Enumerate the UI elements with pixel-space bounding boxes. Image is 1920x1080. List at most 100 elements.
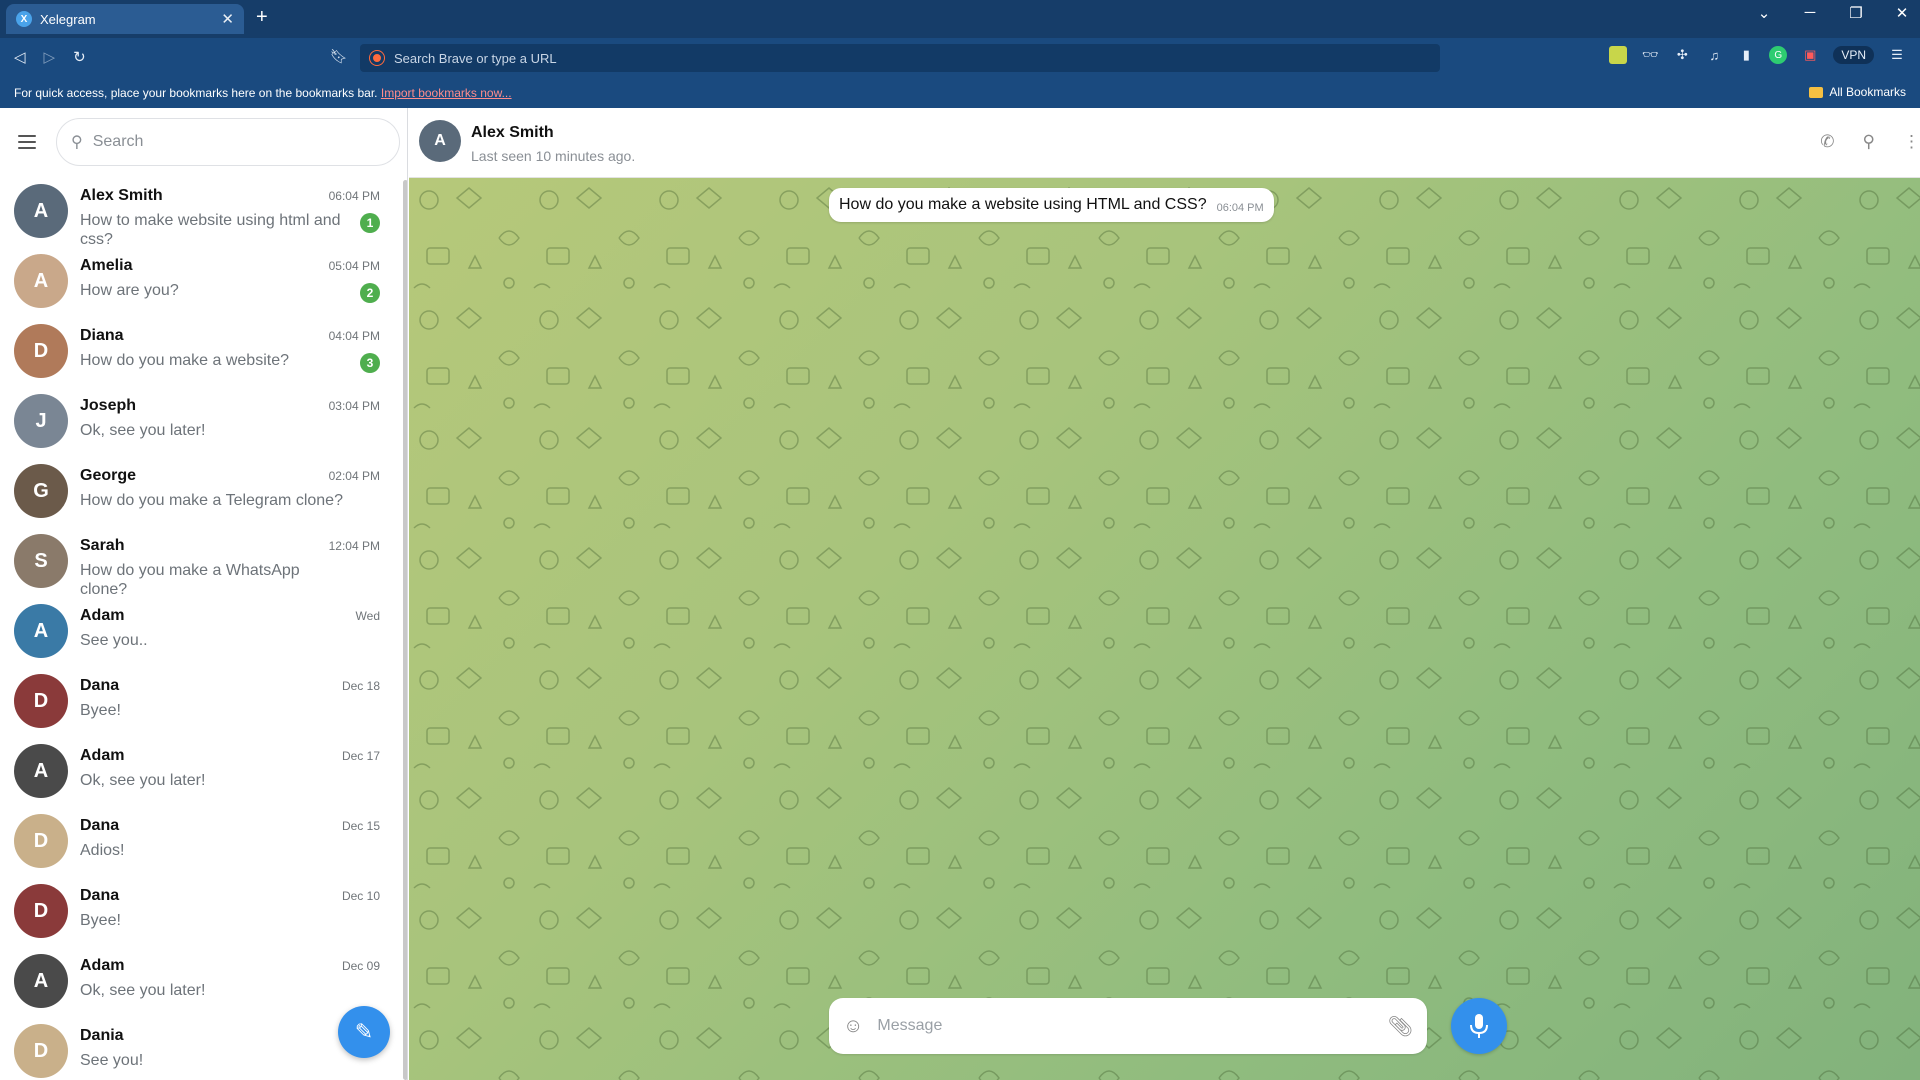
chat-time: Dec 10 (341, 889, 380, 903)
chat-name: Adam (80, 957, 125, 974)
new-tab-icon[interactable]: + (256, 6, 268, 29)
sidebar-icon[interactable]: ▮ (1737, 46, 1755, 64)
chat-info: Dana Adios! Dec 15 (80, 811, 400, 871)
search-chat-icon[interactable]: ⚲ (1863, 132, 1875, 152)
search-placeholder: Search (92, 133, 144, 150)
message-input[interactable] (877, 1017, 1388, 1035)
avatar-initial: S (34, 549, 48, 572)
close-tab-icon[interactable]: ✕ (221, 10, 234, 28)
brave-shield-icon[interactable] (370, 51, 384, 65)
chat-list-item[interactable]: D Diana How do you make a website? 04:04… (0, 316, 400, 386)
reload-icon[interactable]: ↻ (73, 48, 86, 66)
emoji-icon[interactable]: ☺ (843, 1015, 863, 1038)
attach-icon[interactable]: 📎︎ (1388, 1014, 1413, 1039)
search-input[interactable]: ⚲ Search (56, 118, 400, 166)
avatar-initial: A (33, 759, 49, 782)
browser-toolbar: ◁ ▷ ↻ 🔖︎ Search Brave or type a URL 👓︎ ✣… (0, 38, 1920, 78)
avatar: J (14, 394, 68, 448)
profile-extension-icon[interactable]: G (1769, 46, 1788, 64)
chat-list-item[interactable]: D Dana Byee! Dec 18 (0, 666, 400, 736)
telegram-app: ⚲ Search A Alex Smith How to make websit… (0, 108, 1920, 1080)
chat-list-item[interactable]: A Adam See you.. Wed (0, 596, 400, 666)
tab-search-chevron-icon[interactable]: ⌄ (1756, 4, 1772, 22)
chat-background: How do you make a website using HTML and… (409, 178, 1920, 1080)
avatar: S (14, 534, 68, 588)
chat-list-item[interactable]: J Joseph Ok, see you later! 03:04 PM (0, 386, 400, 456)
chat-list-item[interactable]: S Sarah How do you make a WhatsApp clone… (0, 526, 400, 598)
more-options-icon[interactable]: ⋮ (1903, 132, 1920, 152)
phone-icon[interactable]: ✆ (1820, 132, 1834, 152)
chat-info: Sarah How do you make a WhatsApp clone? … (80, 531, 400, 598)
chat-preview: See you! (80, 1052, 144, 1069)
address-bar[interactable]: Search Brave or type a URL (360, 44, 1440, 72)
avatar: D (14, 814, 68, 868)
all-bookmarks-label: All Bookmarks (1829, 85, 1906, 99)
avatar: A (14, 254, 68, 308)
avatar: A (14, 954, 68, 1008)
folder-icon (1809, 86, 1824, 98)
chat-info: Dana Byee! Dec 10 (80, 881, 400, 941)
import-bookmarks-link[interactable]: Import bookmarks now... (381, 86, 512, 100)
avatar-initial: D (33, 339, 49, 362)
pencil-icon: ✎ (354, 1019, 374, 1044)
chat-list-item[interactable]: A Amelia How are you? 05:04 PM 2 (0, 246, 400, 316)
chat-time: 05:04 PM (328, 259, 380, 273)
browser-tabstrip: X Xelegram ✕ + ⌄ ─ ❐ ✕ (0, 0, 1920, 38)
chat-info: Joseph Ok, see you later! 03:04 PM (80, 391, 400, 451)
chat-name: Dana (80, 817, 120, 834)
voice-record-button[interactable] (1451, 998, 1507, 1054)
forward-icon[interactable]: ▷ (44, 48, 56, 66)
extension-icon[interactable] (1609, 46, 1628, 64)
new-message-button[interactable]: ✎ (338, 1006, 390, 1058)
chat-preview: Adios! (80, 842, 125, 859)
chat-pane: A Alex Smith Last seen 10 minutes ago. ✆… (409, 108, 1920, 1080)
chat-name: Amelia (80, 257, 133, 274)
avatar-initial: A (33, 619, 49, 642)
browser-tab[interactable]: X Xelegram ✕ (6, 4, 244, 34)
bookmark-icon[interactable]: 🔖︎ (330, 48, 348, 65)
avatar: G (14, 464, 68, 518)
back-icon[interactable]: ◁ (14, 48, 26, 66)
chat-name: Dania (80, 1027, 124, 1044)
avatar-initial: D (33, 899, 49, 922)
unread-badge: 3 (360, 353, 380, 373)
hamburger-menu-icon[interactable] (18, 135, 36, 149)
last-seen-status: Last seen 10 minutes ago. (471, 148, 636, 164)
sidebar-scrollbar[interactable] (403, 180, 407, 1080)
chat-list-item[interactable]: A Alex Smith How to make website using h… (0, 176, 400, 248)
chat-list-item[interactable]: A Adam Ok, see you later! Dec 09 (0, 946, 400, 1016)
chat-time: 03:04 PM (328, 399, 380, 413)
all-bookmarks-button[interactable]: All Bookmarks (1809, 85, 1906, 99)
minimize-icon[interactable]: ─ (1802, 4, 1818, 22)
chat-name: Diana (80, 327, 124, 344)
unread-badge: 2 (360, 283, 380, 303)
music-icon[interactable]: ♫ (1705, 46, 1723, 64)
browser-menu-icon[interactable]: ☰ (1888, 46, 1906, 64)
glasses-extension-icon[interactable]: 👓︎ (1641, 46, 1659, 64)
microphone-icon (1470, 1014, 1488, 1038)
wallet-icon[interactable]: ▣ (1801, 46, 1819, 64)
chat-list-item[interactable]: D Dana Adios! Dec 15 (0, 806, 400, 876)
chat-list-item[interactable]: D Dana Byee! Dec 10 (0, 876, 400, 946)
avatar-initial: A (33, 199, 49, 222)
message-bubble[interactable]: How do you make a website using HTML and… (829, 188, 1274, 222)
message-text: How do you make a website using HTML and… (839, 196, 1207, 213)
chat-time: Dec 15 (341, 819, 380, 833)
restore-icon[interactable]: ❐ (1848, 4, 1864, 22)
chat-name: Alex Smith (80, 187, 163, 204)
chat-info: Diana How do you make a website? 04:04 P… (80, 321, 400, 381)
chat-list-item[interactable]: A Adam Ok, see you later! Dec 17 (0, 736, 400, 806)
chat-name: Adam (80, 747, 125, 764)
chat-list-item[interactable]: G George How do you make a Telegram clon… (0, 456, 400, 526)
vpn-button[interactable]: VPN (1833, 46, 1874, 64)
unread-badge: 1 (360, 213, 380, 233)
close-window-icon[interactable]: ✕ (1894, 4, 1910, 22)
chat-time: Dec 09 (341, 959, 380, 973)
window-controls: ⌄ ─ ❐ ✕ (1756, 4, 1910, 22)
chat-title[interactable]: Alex Smith (471, 124, 554, 142)
avatar-initial: G (33, 479, 49, 502)
bookmarks-message: For quick access, place your bookmarks h… (14, 86, 378, 100)
avatar[interactable]: A (419, 120, 461, 162)
avatar: D (14, 674, 68, 728)
puzzle-icon[interactable]: ✣ (1673, 46, 1691, 64)
